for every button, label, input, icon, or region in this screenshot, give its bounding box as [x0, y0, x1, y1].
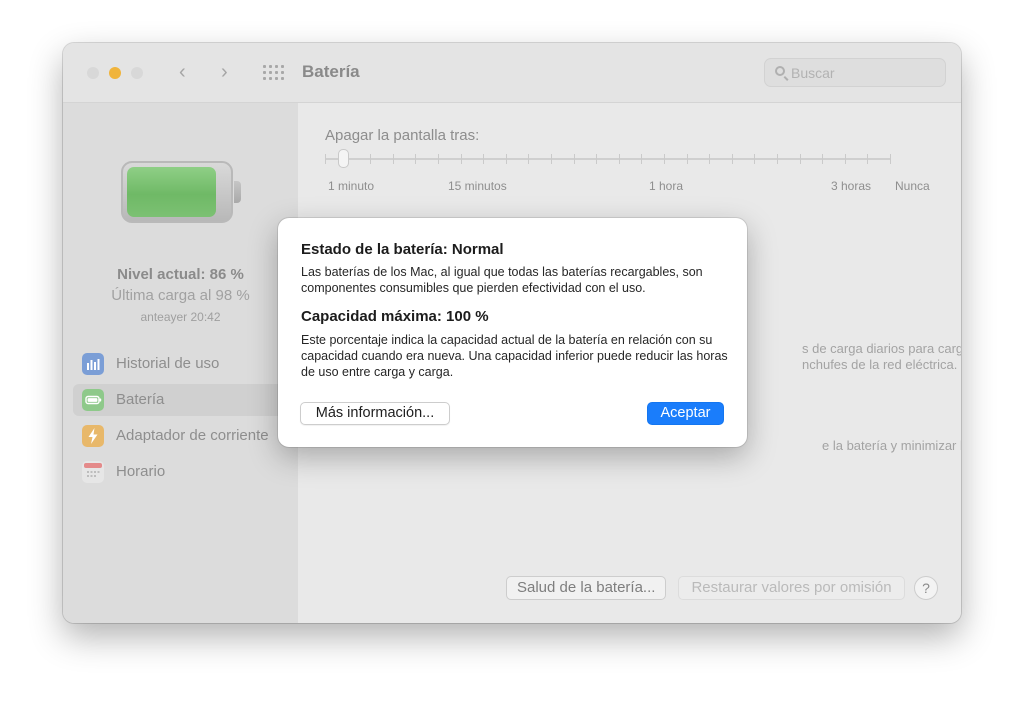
sidebar-item-label: Adaptador de corriente — [116, 427, 269, 444]
sidebar-item-label: Historial de uso — [116, 355, 220, 372]
slider-tick — [596, 154, 597, 164]
sidebar-item-power-adapter[interactable]: Adaptador de corriente — [73, 420, 298, 452]
sidebar-item-usage-history[interactable]: Historial de uso — [73, 348, 298, 380]
slider-tick — [687, 154, 688, 164]
title-bar: ‹ › Batería — [63, 43, 961, 103]
slider-tick — [415, 154, 416, 164]
zoom-window-button[interactable] — [131, 67, 143, 79]
search-input[interactable] — [791, 63, 939, 82]
sidebar-item-schedule[interactable]: Horario — [73, 456, 298, 488]
slider-tick — [867, 154, 868, 164]
restore-defaults-button[interactable]: Restaurar valores por omisión — [678, 576, 905, 600]
display-off-label: Apagar la pantalla tras: — [325, 127, 480, 144]
bolt-icon — [82, 425, 104, 447]
tick-label-never: Nunca — [895, 179, 930, 193]
current-level-text: Nivel actual: 86 % — [117, 266, 244, 283]
battery-body — [121, 161, 233, 223]
display-off-slider-knob[interactable] — [338, 149, 349, 168]
slider-tick — [393, 154, 394, 164]
forward-button[interactable]: › — [221, 60, 228, 84]
slider-tick — [845, 154, 846, 164]
battery-level-graphic — [121, 161, 241, 225]
slider-tick — [461, 154, 462, 164]
tick-label-3-hours: 3 horas — [831, 179, 872, 193]
sidebar-item-battery[interactable]: Batería — [73, 384, 298, 416]
sidebar: Nivel actual: 86 % Última carga al 98 % … — [63, 103, 298, 623]
option-description: s de carga diarios para cargar — [802, 341, 961, 356]
minimize-window-button[interactable] — [109, 67, 121, 79]
slider-tick — [325, 154, 326, 164]
option-description: e la batería y minimizar los — [822, 438, 961, 453]
slider-tick — [574, 154, 575, 164]
slider-tick-marks — [325, 154, 891, 164]
window-title: Batería — [302, 62, 360, 81]
battery-status-title: Estado de la batería: Normal — [301, 241, 504, 258]
battery-health-dialog: Estado de la batería: Normal Las batería… — [278, 218, 747, 447]
calendar-icon — [82, 461, 104, 483]
help-button[interactable]: ? — [914, 576, 938, 600]
slider-tick — [551, 154, 552, 164]
tick-label-15-minutes: 15 minutos — [448, 179, 507, 193]
slider-tick — [619, 154, 620, 164]
max-capacity-title: Capacidad máxima: 100 % — [301, 308, 489, 325]
option-description: nchufes de la red eléctrica. — [802, 357, 958, 372]
slider-tick — [483, 154, 484, 164]
battery-tip — [234, 181, 241, 203]
search-icon — [775, 66, 785, 76]
search-field[interactable] — [764, 58, 946, 87]
close-window-button[interactable] — [87, 67, 99, 79]
back-button[interactable]: ‹ — [179, 60, 186, 84]
battery-fill — [127, 167, 216, 217]
slider-tick — [370, 154, 371, 164]
sidebar-item-label: Horario — [116, 463, 166, 480]
slider-tick — [438, 154, 439, 164]
last-charge-time: anteayer 20:42 — [140, 310, 221, 324]
slider-tick — [777, 154, 778, 164]
slider-tick — [800, 154, 801, 164]
slider-tick — [754, 154, 755, 164]
slider-tick — [506, 154, 507, 164]
slider-tick — [822, 154, 823, 164]
battery-health-button[interactable]: Salud de la batería... — [506, 576, 666, 600]
max-capacity-text: Este porcentaje indica la capacidad actu… — [301, 333, 728, 379]
sidebar-item-label: Batería — [116, 391, 165, 408]
slider-tick — [641, 154, 642, 164]
slider-tick — [709, 154, 710, 164]
tick-label-1-hour: 1 hora — [649, 179, 684, 193]
slider-tick — [732, 154, 733, 164]
tick-label-1-minute: 1 minuto — [328, 179, 375, 193]
more-info-button[interactable]: Más información... — [300, 402, 450, 425]
last-charge-text: Última carga al 98 % — [111, 287, 250, 304]
battery-status-text: Las baterías de los Mac, al igual que to… — [301, 265, 703, 295]
chart-icon — [82, 353, 104, 375]
battery-icon — [82, 389, 104, 411]
slider-tick — [528, 154, 529, 164]
slider-tick — [664, 154, 665, 164]
slider-tick — [890, 154, 891, 164]
show-all-grid-icon[interactable] — [263, 65, 284, 80]
ok-button[interactable]: Aceptar — [647, 402, 724, 425]
